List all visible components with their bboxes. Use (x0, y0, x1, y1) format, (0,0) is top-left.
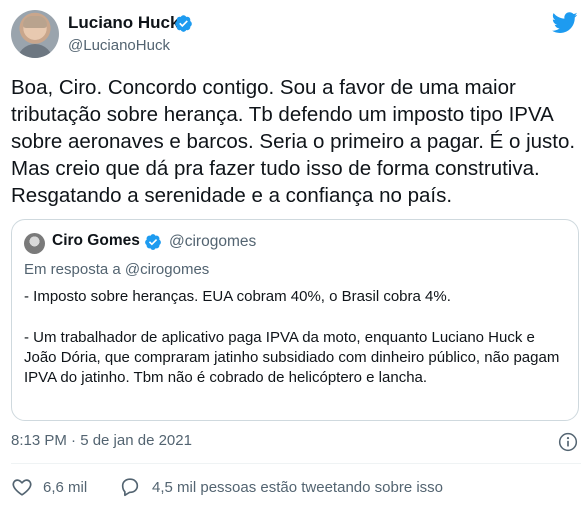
tweet-text: Boa, Ciro. Concordo contigo. Sou a favor… (11, 76, 576, 207)
quoted-author-name: Ciro Gomes (52, 232, 140, 249)
tweet-card: Luciano Huck @LucianoHuck Boa, Ciro. Con… (0, 0, 587, 505)
quoted-author-avatar (24, 233, 45, 254)
quoted-tweet[interactable]: Ciro Gomes @cirogomes Em resposta a @cir… (11, 219, 579, 421)
author-handle[interactable]: @LucianoHuck (68, 37, 170, 54)
tweet-meta: 8:13 PM · 5 de jan de 2021 (11, 432, 581, 452)
author-name[interactable]: Luciano Huck (68, 13, 179, 33)
reply-context: Em resposta a @cirogomes (24, 261, 210, 278)
like-count: 6,6 mil (43, 479, 88, 496)
verified-badge-icon (145, 234, 161, 250)
twitter-bird-icon[interactable] (552, 12, 578, 34)
author-avatar[interactable] (11, 10, 59, 58)
conversation-count: 4,5 mil pessoas estão tweetando sobre is… (152, 479, 443, 496)
quoted-text-line: - Imposto sobre heranças. EUA cobram 40%… (24, 288, 451, 305)
quoted-author-handle: @cirogomes (169, 233, 257, 250)
timestamp-link[interactable]: 8:13 PM · 5 de jan de 2021 (11, 432, 192, 449)
info-icon[interactable] (558, 432, 578, 452)
heart-icon[interactable] (11, 476, 33, 498)
verified-badge-icon (175, 15, 192, 32)
comment-icon[interactable] (119, 476, 141, 498)
divider (11, 463, 581, 464)
quoted-text-paragraph: - Um trabalhador de aplicativo paga IPVA… (24, 329, 560, 386)
